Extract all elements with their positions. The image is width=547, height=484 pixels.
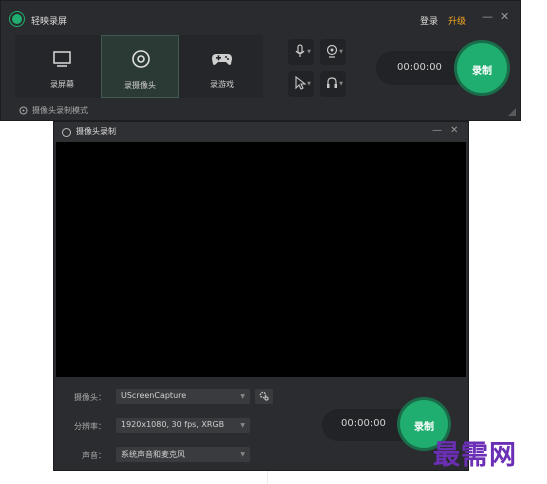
chevron-down-icon: ▼ <box>240 422 245 429</box>
upgrade-link[interactable]: 升级 <box>448 14 466 27</box>
close-button[interactable]: ✕ <box>500 10 509 24</box>
webcam-icon <box>132 50 150 68</box>
recorder-main-window: 轻映录屏 登录 升级 — ✕ 录屏幕 录摄像头 录游戏 ▼ ▼ ▼ ▼ 00:0… <box>0 0 521 121</box>
camera-close-button[interactable]: ✕ <box>450 125 458 136</box>
mode-selector: 录屏幕 录摄像头 录游戏 <box>15 35 263 98</box>
camera-select-value: UScreenCapture <box>121 391 187 400</box>
camera-settings-gear-button[interactable] <box>255 389 273 404</box>
resize-grip-icon[interactable] <box>508 108 516 116</box>
camera-record-timer: 00:00:00 <box>341 418 386 429</box>
microphone-button[interactable]: ▼ <box>288 39 314 65</box>
camera-preview <box>56 142 466 377</box>
speaker-icon <box>327 77 337 88</box>
mode-record-screen[interactable]: 录屏幕 <box>23 35 101 98</box>
camera-title-bar[interactable]: 摄像头录制 — ✕ <box>54 122 468 142</box>
cursor-button[interactable]: ▼ <box>288 71 314 97</box>
login-link[interactable]: 登录 <box>420 14 438 27</box>
camera-logo-icon <box>62 128 71 137</box>
camera-minimize-button[interactable]: — <box>432 125 442 136</box>
microphone-icon <box>295 44 305 57</box>
target-icon <box>19 106 28 115</box>
app-logo-icon <box>12 14 22 24</box>
camera-settings-button[interactable]: ▼ <box>320 39 346 65</box>
camera-label: 摄像头： <box>74 393 106 402</box>
chevron-down-icon: ▼ <box>339 81 343 87</box>
camera-record-button-label: 录制 <box>414 422 434 433</box>
chevron-down-icon: ▼ <box>307 49 311 55</box>
gamepad-icon <box>212 54 232 65</box>
chevron-down-icon: ▼ <box>339 49 343 55</box>
resolution-select-value: 1920x1080, 30 fps, XRGB <box>121 420 225 429</box>
chevron-down-icon: ▼ <box>240 393 245 400</box>
camera-mode-label: 摄像头录制模式 <box>32 106 88 115</box>
record-button[interactable]: 录制 <box>457 43 507 93</box>
mode-label: 录摄像头 <box>124 81 156 90</box>
app-title: 轻映录屏 <box>31 17 68 27</box>
chevron-down-icon: ▼ <box>240 451 245 458</box>
resolution-label: 分辨率： <box>74 422 106 431</box>
record-button-label: 录制 <box>472 66 492 77</box>
mode-record-game[interactable]: 录游戏 <box>183 35 261 98</box>
chevron-down-icon: ▼ <box>307 81 311 87</box>
monitor-icon <box>53 51 71 67</box>
mode-label: 录游戏 <box>210 80 234 89</box>
camera-window-title: 摄像头录制 <box>76 127 116 136</box>
mode-label: 录屏幕 <box>50 80 74 89</box>
camera-record-mode[interactable]: 摄像头录制模式 <box>19 105 88 116</box>
camera-settings-icon <box>326 44 338 58</box>
resolution-select[interactable]: 1920x1080, 30 fps, XRGB ▼ <box>116 418 250 433</box>
mode-record-webcam[interactable]: 录摄像头 <box>101 35 179 98</box>
minimize-button[interactable]: — <box>482 10 493 24</box>
gear-icon <box>259 391 269 401</box>
audio-select[interactable]: 系统声音和麦克风 ▼ <box>116 447 250 462</box>
camera-record-window: 摄像头录制 — ✕ 摄像头： UScreenCapture ▼ 分辨率： 192… <box>53 121 469 471</box>
speaker-button[interactable]: ▼ <box>320 71 346 97</box>
camera-select[interactable]: UScreenCapture ▼ <box>116 389 250 404</box>
record-timer: 00:00:00 <box>397 62 442 73</box>
audio-select-value: 系统声音和麦克风 <box>121 450 185 459</box>
audio-label: 声音： <box>82 451 106 460</box>
cursor-icon <box>295 76 307 90</box>
watermark-logo: 最需网 <box>433 440 517 471</box>
main-title-bar[interactable]: 轻映录屏 登录 升级 — ✕ <box>1 1 520 35</box>
